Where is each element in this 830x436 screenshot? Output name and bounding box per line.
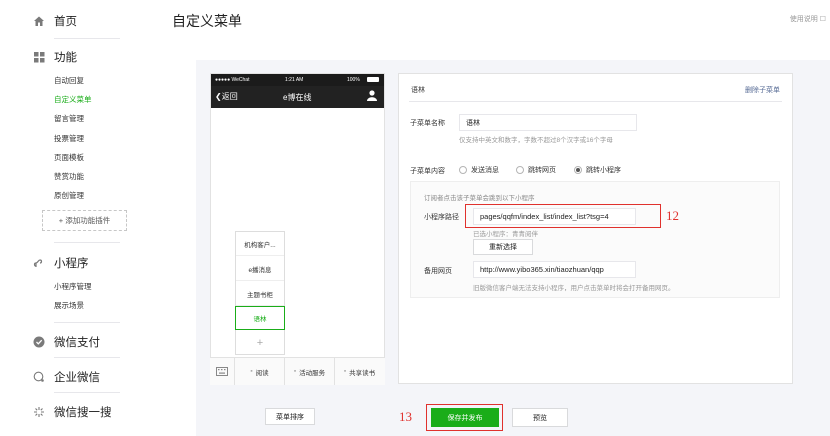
annotation-label-12: 12 <box>666 208 679 223</box>
annotation-box-path <box>465 204 661 228</box>
miniprogram-icon <box>32 256 46 270</box>
phone-nav-bar: ❮返回 e博在线 <box>211 86 384 108</box>
carrier: ●●●●● WeChat <box>215 77 250 83</box>
sidebar-item-votes[interactable]: 投票管理 <box>54 133 84 144</box>
sidebar-item-original[interactable]: 原创管理 <box>54 190 84 201</box>
annotation-box-save <box>426 404 503 431</box>
menu-dot-icon: ▪ <box>343 368 347 375</box>
clock: 1:21 AM <box>285 77 304 83</box>
radio-checked-icon <box>574 166 582 174</box>
sidebar-item-rewards[interactable]: 赞赏功能 <box>54 171 84 182</box>
divider <box>54 242 120 243</box>
submenu-item[interactable]: e播消息 <box>236 257 284 281</box>
nav-miniprogram-label: 小程序 <box>54 258 89 270</box>
preview-button[interactable]: 预览 <box>512 408 568 427</box>
submenu-name-input[interactable]: 语林 <box>459 114 637 131</box>
backup-url-input[interactable]: http://www.yibo365.xin/tiaozhuan/qqp <box>473 261 636 278</box>
sidebar-item-mp-manage[interactable]: 小程序管理 <box>54 281 92 292</box>
back-label: 返回 <box>221 92 238 101</box>
profile-icon[interactable] <box>367 90 377 103</box>
radio-icon <box>516 166 524 174</box>
help-link[interactable]: 使用说明 ☐ <box>790 14 826 24</box>
radio-label: 跳转小程序 <box>586 167 621 174</box>
radio-jump-web[interactable]: 跳转网页 <box>516 165 556 175</box>
submenu-popup: 机构客户... e播消息 主题书柜 语林 + <box>235 231 285 355</box>
home-icon <box>32 14 46 28</box>
menu-dot-icon: ▪ <box>250 368 253 375</box>
nav-enterprise-wechat[interactable]: 企业微信 <box>32 369 100 385</box>
menu-dot-icon: ▪ <box>293 368 297 375</box>
nav-wechat-pay[interactable]: 微信支付 <box>32 334 100 350</box>
battery-icon <box>367 77 379 82</box>
keyboard-icon[interactable] <box>210 358 234 385</box>
sidebar-item-auto-reply[interactable]: 自动回复 <box>54 75 84 86</box>
divider <box>409 101 782 102</box>
menu-tab[interactable]: ▪ 阅读 <box>234 358 284 385</box>
sort-menu-button[interactable]: 菜单排序 <box>265 408 315 425</box>
backup-hint: 旧版微信客户端无法支持小程序，用户点击菜单时将会打开备用网页。 <box>473 285 675 292</box>
name-label: 子菜单名称 <box>410 120 445 127</box>
nav-enterprise-label: 企业微信 <box>54 372 100 384</box>
phone-menu-bar: ▪ 阅读 ▪ 活动服务 ▪ 共享读书 <box>210 357 385 385</box>
nav-home[interactable]: 首页 <box>32 13 77 29</box>
nav-features-label: 功能 <box>54 52 77 64</box>
sidebar-item-page-templates[interactable]: 页面模板 <box>54 152 84 163</box>
nav-wechat-pay-label: 微信支付 <box>54 337 100 349</box>
back-button[interactable]: ❮返回 <box>215 91 238 102</box>
divider <box>54 322 120 323</box>
menu-tab-label: 共享读书 <box>349 369 376 377</box>
delete-submenu-link[interactable]: 删除子菜单 <box>745 85 780 95</box>
phone-title: e博在线 <box>283 93 312 102</box>
selected-miniprogram: 已选小程序：青青阅伴 <box>473 231 538 238</box>
radio-send-message[interactable]: 发送消息 <box>459 165 499 175</box>
help-label: 使用说明 <box>789 16 818 23</box>
add-submenu-button[interactable]: + <box>236 331 284 355</box>
menu-tab-label: 阅读 <box>255 369 269 377</box>
content-label: 子菜单内容 <box>410 168 445 175</box>
nav-wechat-search[interactable]: 微信搜一搜 <box>32 404 112 420</box>
sidebar-item-scenes[interactable]: 展示场景 <box>54 300 84 311</box>
sparkle-icon <box>32 405 46 419</box>
radio-icon <box>459 166 467 174</box>
pay-icon <box>32 335 46 349</box>
add-plugin-button[interactable]: + 添加功能插件 <box>42 210 127 231</box>
submenu-item[interactable]: 机构客户... <box>236 232 284 256</box>
submenu-item[interactable]: 主题书柜 <box>236 282 284 306</box>
battery-level: 100% <box>347 77 360 83</box>
path-label: 小程序路径 <box>424 214 459 221</box>
sidebar: 首页 功能 自动回复 自定义菜单 留言管理 投票管理 页面模板 赞赏功能 原创管… <box>0 0 140 436</box>
page-title: 自定义菜单 <box>172 13 242 29</box>
radio-label: 发送消息 <box>471 167 499 174</box>
radio-jump-miniprogram[interactable]: 跳转小程序 <box>574 165 621 175</box>
nav-features[interactable]: 功能 <box>32 49 77 65</box>
mp-description: 订阅者点击该子菜单会跳到以下小程序 <box>424 195 535 202</box>
menu-tab[interactable]: ▪ 共享读书 <box>334 358 384 385</box>
nav-home-label: 首页 <box>54 16 77 28</box>
nav-miniprogram[interactable]: 小程序 <box>32 255 89 271</box>
editor-header-name: 语林 <box>411 87 425 94</box>
divider <box>54 38 120 39</box>
menu-tab[interactable]: ▪ 活动服务 <box>284 358 334 385</box>
radio-label: 跳转网页 <box>528 167 556 174</box>
grid-icon <box>32 50 46 64</box>
reselect-button[interactable]: 重新选择 <box>473 239 533 255</box>
nav-wechat-search-label: 微信搜一搜 <box>54 407 112 419</box>
menu-tab-label: 活动服务 <box>299 369 326 377</box>
divider <box>54 392 120 393</box>
backup-label: 备用网页 <box>424 268 452 275</box>
divider <box>54 357 120 358</box>
name-hint: 仅支持中英文和数字，字数不超过8个汉字或16个字母 <box>459 137 613 144</box>
chevron-left-icon: ❮ <box>215 92 222 101</box>
submenu-item-selected[interactable]: 语林 <box>235 306 285 330</box>
annotation-label-13: 13 <box>399 409 412 424</box>
sidebar-item-custom-menu[interactable]: 自定义菜单 <box>54 94 92 105</box>
phone-status-bar: ●●●●● WeChat 1:21 AM 100% <box>211 74 384 86</box>
enterprise-icon <box>32 370 46 384</box>
sidebar-item-comments[interactable]: 留言管理 <box>54 113 84 124</box>
